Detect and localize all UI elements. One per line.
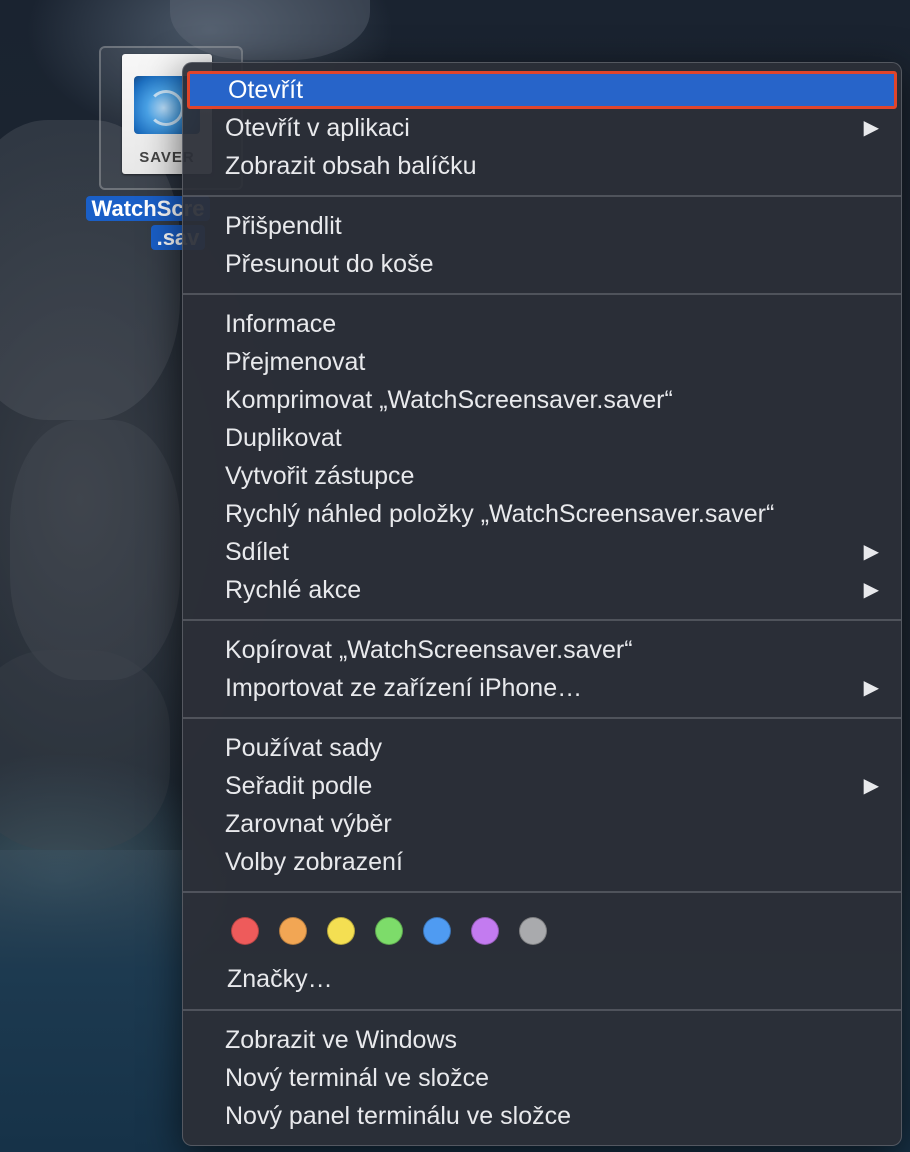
menu-item-label: Volby zobrazení [225,848,403,876]
submenu-arrow-icon: ▶ [863,775,879,797]
menu-item-new-terminal-tab-at-folder[interactable]: Nový panel terminálu ve složce [183,1097,901,1135]
background-rock [10,420,180,680]
background-rock [0,650,170,850]
tag-purple[interactable] [471,917,499,945]
menu-item-label: Nový panel terminálu ve složce [225,1102,571,1130]
menu-item-new-terminal-at-folder[interactable]: Nový terminál ve složce [183,1059,901,1097]
menu-item-label: Otevřít [228,76,304,104]
tag-green[interactable] [375,917,403,945]
submenu-arrow-icon: ▶ [863,579,879,601]
menu-item-open[interactable]: Otevřít [187,71,897,109]
menu-separator [183,891,901,893]
menu-item-label: Zobrazit obsah balíčku [225,152,477,180]
menu-item-copy[interactable]: Kopírovat „WatchScreensaver.saver“ [183,631,901,669]
menu-item-label: Rychlé akce [225,576,362,604]
tag-gray[interactable] [519,917,547,945]
menu-item-duplicate[interactable]: Duplikovat [183,419,901,457]
menu-item-label: Nový terminál ve složce [225,1064,489,1092]
tag-blue[interactable] [423,917,451,945]
tag-orange[interactable] [279,917,307,945]
menu-item-quick-look[interactable]: Rychlý náhled položky „WatchScreensaver.… [183,495,901,533]
menu-item-compress[interactable]: Komprimovat „WatchScreensaver.saver“ [183,381,901,419]
menu-item-label: Značky… [227,965,333,993]
menu-item-label: Zarovnat výběr [225,810,392,838]
menu-item-share[interactable]: Sdílet ▶ [183,533,901,571]
menu-item-pin[interactable]: Přišpendlit [183,207,901,245]
menu-item-show-in-windows[interactable]: Zobrazit ve Windows [183,1021,901,1059]
menu-separator [183,717,901,719]
menu-item-label: Komprimovat „WatchScreensaver.saver“ [225,386,673,414]
menu-item-open-with[interactable]: Otevřít v aplikaci ▶ [183,109,901,147]
menu-item-label: Přesunout do koše [225,250,434,278]
menu-item-clean-up-selection[interactable]: Zarovnat výběr [183,805,901,843]
menu-separator [183,619,901,621]
menu-item-quick-actions[interactable]: Rychlé akce ▶ [183,571,901,609]
tag-red[interactable] [231,917,259,945]
menu-item-label: Přejmenovat [225,348,366,376]
menu-item-label: Přišpendlit [225,212,342,240]
menu-item-move-to-trash[interactable]: Přesunout do koše [183,245,901,283]
menu-item-label: Rychlý náhled položky „WatchScreensaver.… [225,500,775,528]
submenu-arrow-icon: ▶ [863,677,879,699]
menu-item-label: Sdílet [225,538,289,566]
menu-item-tags[interactable]: Značky… [183,959,901,999]
background-sea [0,850,190,1152]
menu-item-label: Otevřít v aplikaci [225,114,410,142]
menu-item-label: Vytvořit zástupce [225,462,415,490]
context-menu: Otevřít Otevřít v aplikaci ▶ Zobrazit ob… [182,62,902,1146]
submenu-arrow-icon: ▶ [863,117,879,139]
menu-item-label: Seřadit podle [225,772,373,800]
menu-item-label: Informace [225,310,337,338]
menu-item-label: Kopírovat „WatchScreensaver.saver“ [225,636,633,664]
menu-item-label: Duplikovat [225,424,342,452]
tag-color-row [183,903,901,959]
menu-item-label: Importovat ze zařízení iPhone… [225,674,583,702]
menu-item-get-info[interactable]: Informace [183,305,901,343]
menu-item-label: Používat sady [225,734,383,762]
menu-item-show-view-options[interactable]: Volby zobrazení [183,843,901,881]
submenu-arrow-icon: ▶ [863,541,879,563]
menu-item-make-alias[interactable]: Vytvořit zástupce [183,457,901,495]
menu-separator [183,195,901,197]
menu-item-show-package-contents[interactable]: Zobrazit obsah balíčku [183,147,901,185]
menu-item-label: Zobrazit ve Windows [225,1026,458,1054]
menu-item-import-from-iphone[interactable]: Importovat ze zařízení iPhone… ▶ [183,669,901,707]
menu-separator [183,1009,901,1011]
menu-item-sort-by[interactable]: Seřadit podle ▶ [183,767,901,805]
menu-item-rename[interactable]: Přejmenovat [183,343,901,381]
menu-separator [183,293,901,295]
menu-item-use-stacks[interactable]: Používat sady [183,729,901,767]
tag-yellow[interactable] [327,917,355,945]
